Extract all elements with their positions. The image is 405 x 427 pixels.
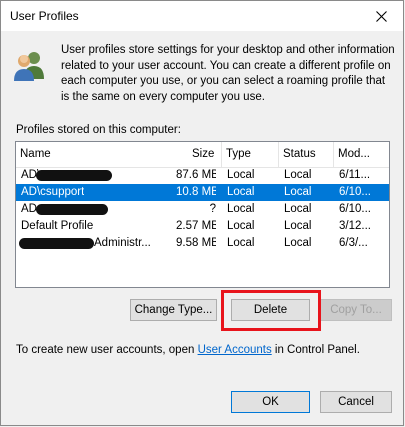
cell-size: 2.57 MB — [176, 220, 216, 232]
cell-size: 9.58 MB — [176, 237, 216, 249]
cell-status: Local — [284, 237, 312, 249]
cell-modified: 6/11... — [339, 169, 371, 181]
title-bar: User Profiles — [1, 1, 403, 31]
cell-name: AD — [21, 203, 37, 215]
list-header: Name Size Type Status Mod... — [16, 142, 389, 168]
profiles-label: Profiles stored on this computer: — [16, 124, 181, 136]
cell-modified: 6/10... — [339, 203, 371, 215]
close-button[interactable] — [359, 1, 403, 31]
column-header-name[interactable]: Name — [16, 142, 159, 167]
cell-modified: 3/12... — [339, 220, 371, 232]
copy-to-button[interactable]: Copy To... — [320, 299, 392, 321]
cell-type: Local — [227, 186, 255, 198]
table-row[interactable]: Default Profile 2.57 MB Local Local 3/12… — [16, 218, 389, 235]
cell-status: Local — [284, 186, 312, 198]
cell-size: 10.8 MB — [176, 186, 216, 198]
cell-status: Local — [284, 169, 312, 181]
cell-status: Local — [284, 203, 312, 215]
cell-modified: 6/10... — [339, 186, 371, 198]
cell-name: Administr... — [94, 237, 151, 249]
cell-size: 87.6 MB — [176, 169, 216, 181]
user-accounts-link[interactable]: User Accounts — [198, 344, 272, 356]
redacted-scribble — [36, 204, 108, 215]
ok-button[interactable]: OK — [231, 391, 310, 413]
cancel-button[interactable]: Cancel — [320, 391, 392, 413]
column-header-size[interactable]: Size — [188, 142, 221, 167]
highlight-box — [221, 290, 321, 331]
cell-status: Local — [284, 220, 312, 232]
footer-note-suffix: in Control Panel. — [271, 344, 360, 356]
table-row[interactable]: AD ? Local Local 6/10... — [16, 201, 389, 218]
redacted-scribble — [19, 238, 94, 249]
column-header-type[interactable]: Type — [221, 142, 279, 167]
cell-name: Default Profile — [21, 220, 94, 232]
redacted-scribble — [36, 170, 112, 181]
cell-type: Local — [227, 203, 255, 215]
table-row[interactable]: AD\ 87.6 MB Local Local 6/11... — [16, 167, 389, 184]
change-type-button[interactable]: Change Type... — [130, 299, 217, 321]
cell-size: ? — [209, 203, 216, 215]
cell-type: Local — [227, 220, 255, 232]
table-row[interactable]: Administr... 9.58 MB Local Local 6/3/... — [16, 235, 389, 252]
footer-note-prefix: To create new user accounts, open — [16, 344, 198, 356]
window-title: User Profiles — [10, 9, 79, 23]
cell-type: Local — [227, 169, 255, 181]
user-profiles-dialog: User Profiles User profiles store settin… — [0, 0, 404, 426]
column-header-modified[interactable]: Mod... — [334, 142, 389, 167]
users-icon — [14, 52, 44, 81]
cell-type: Local — [227, 237, 255, 249]
close-icon — [375, 10, 387, 22]
footer-note: To create new user accounts, open User A… — [16, 344, 360, 356]
profiles-list[interactable]: Name Size Type Status Mod... AD\ 87.6 MB… — [15, 141, 390, 288]
column-header-status[interactable]: Status — [279, 142, 334, 167]
intro-text: User profiles store settings for your de… — [61, 44, 395, 103]
table-row-selected[interactable]: AD\csupport 10.8 MB Local Local 6/10... — [16, 184, 389, 201]
cell-modified: 6/3/... — [339, 237, 368, 249]
cell-name: AD\csupport — [21, 186, 85, 198]
